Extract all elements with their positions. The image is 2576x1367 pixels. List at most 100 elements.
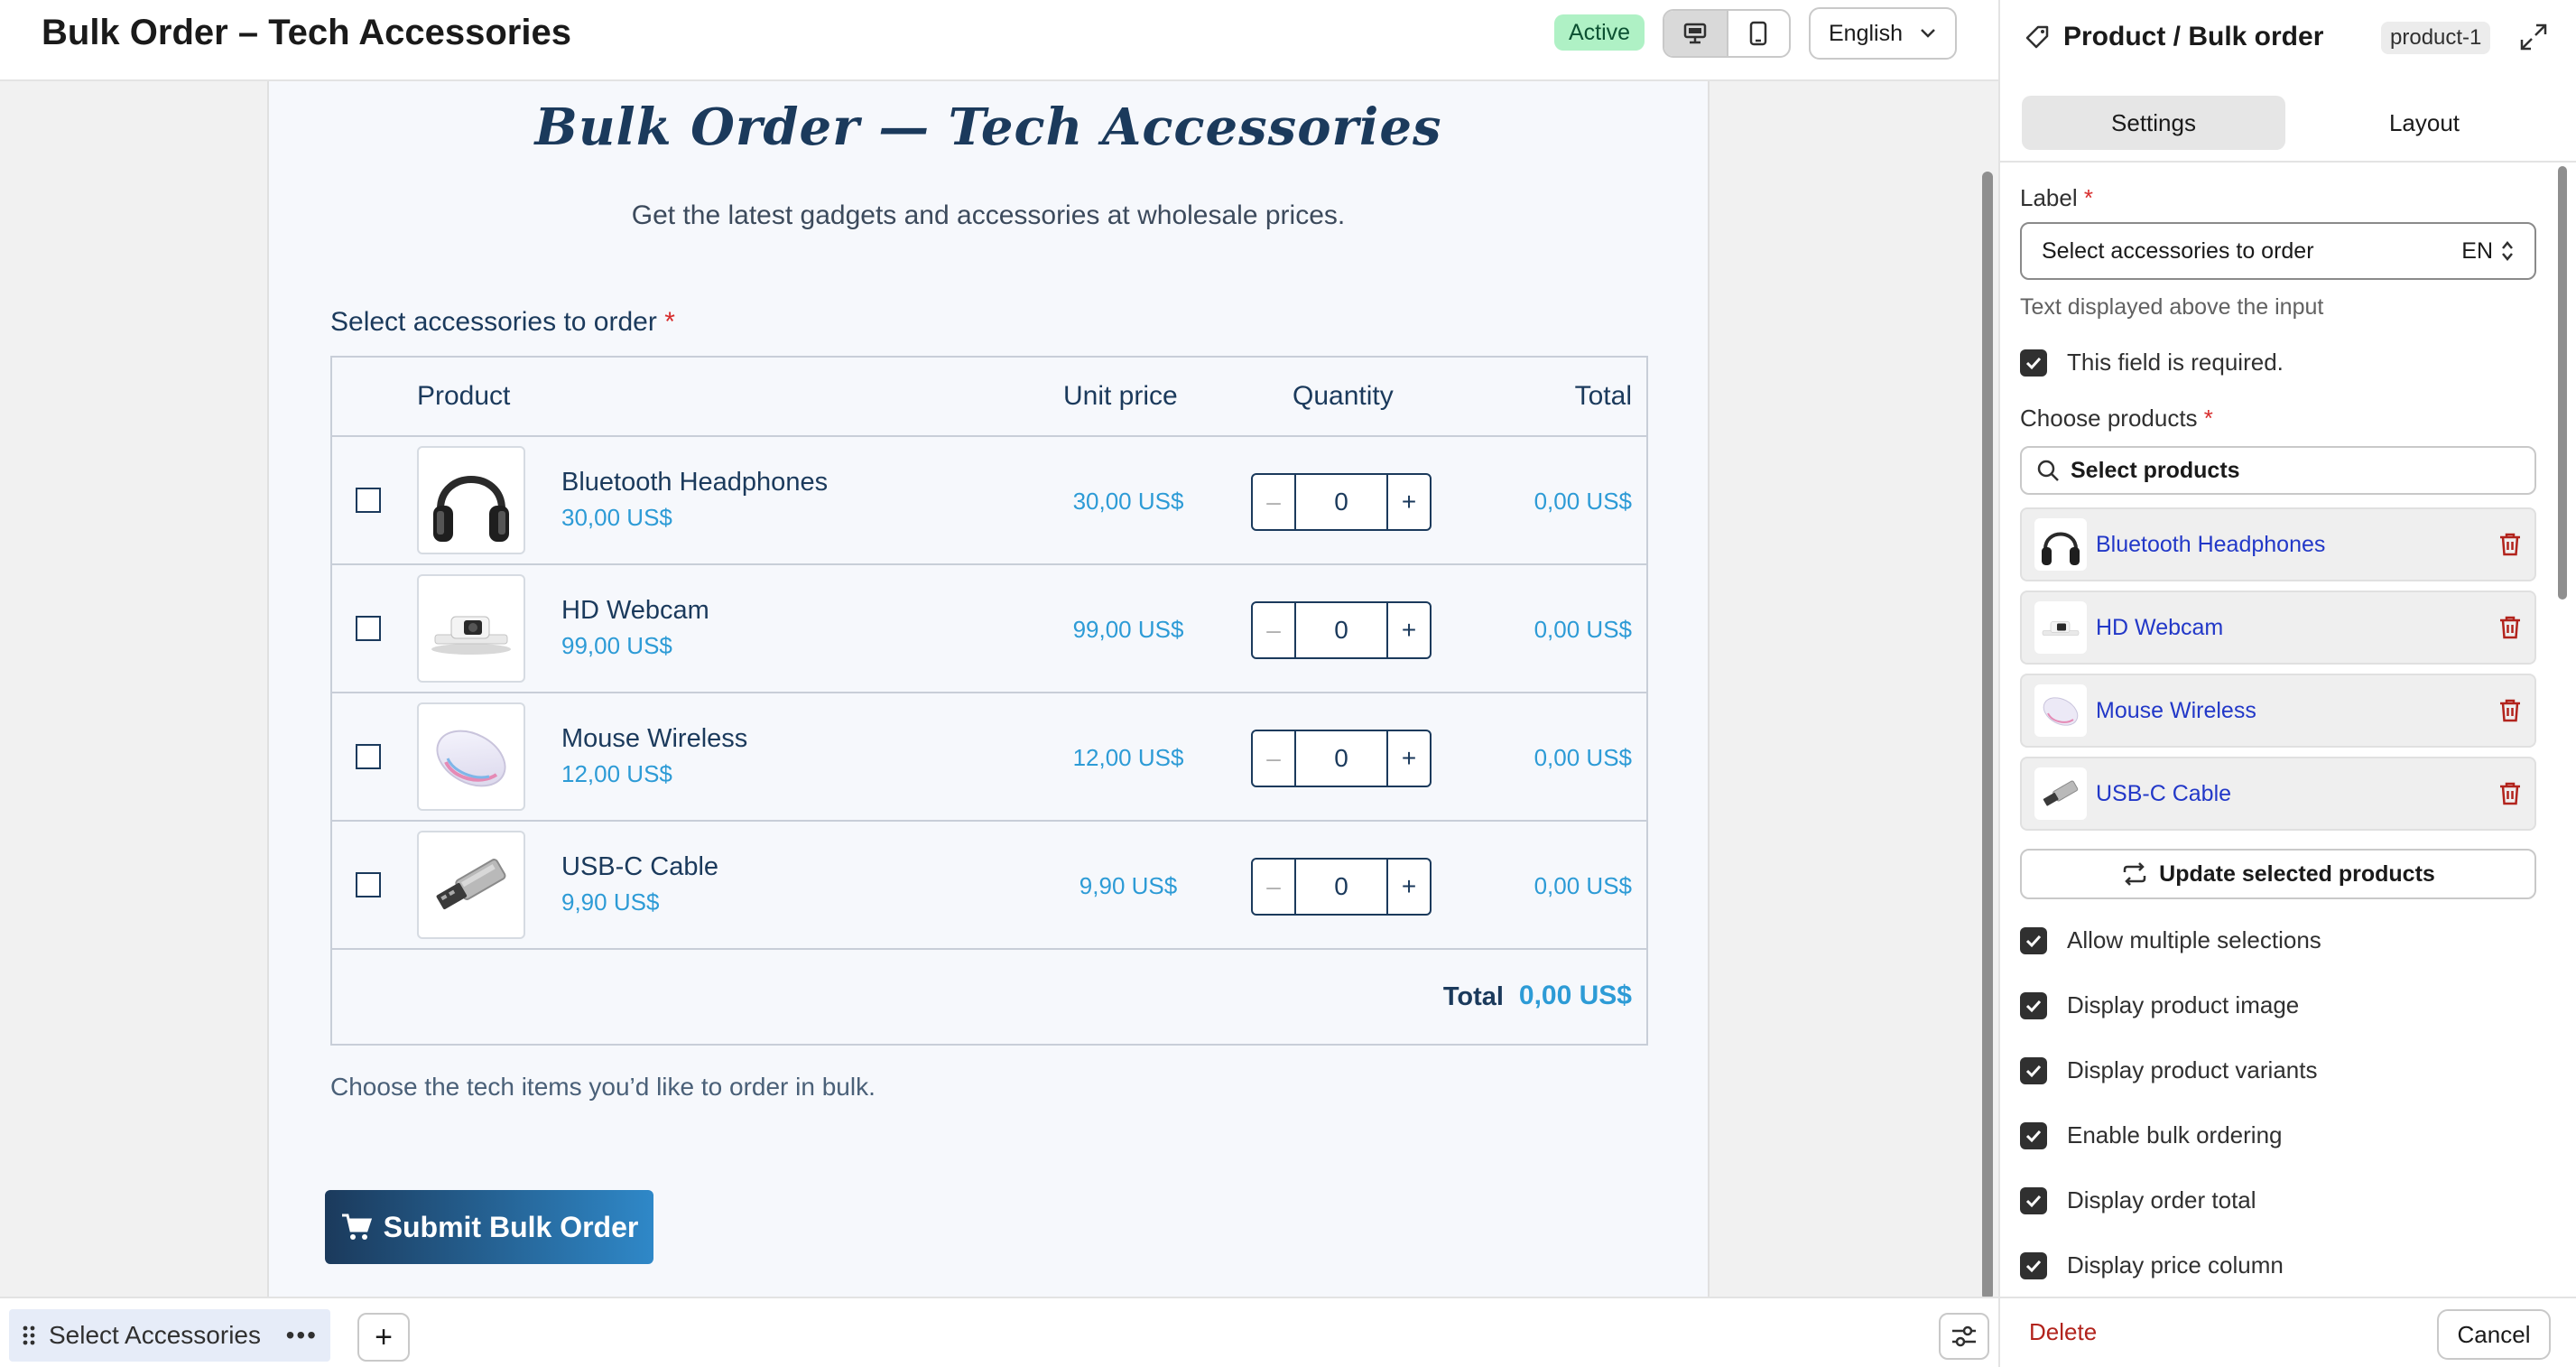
mobile-view-button[interactable] xyxy=(1726,11,1789,56)
trash-icon[interactable] xyxy=(2498,532,2522,557)
panel-title: Product / Bulk order xyxy=(2063,22,2324,51)
divider xyxy=(2000,161,2576,163)
label-help-text: Text displayed above the input xyxy=(2020,294,2324,320)
required-checkbox-row[interactable]: This field is required. xyxy=(2020,349,2284,377)
headphones-icon xyxy=(2042,532,2080,565)
field-label: Select accessories to order * xyxy=(330,307,675,338)
add-section-button[interactable]: + xyxy=(357,1313,410,1362)
selected-product-item: USB-C Cable xyxy=(2020,757,2536,831)
more-options-icon[interactable]: ••• xyxy=(286,1321,318,1350)
product-image xyxy=(417,446,525,554)
language-switch[interactable]: EN xyxy=(2461,238,2515,265)
decrement-button[interactable]: – xyxy=(1253,860,1296,914)
option-label: Display product variants xyxy=(2067,1056,2318,1083)
table-row: HD Webcam 99,00 US$ 99,00 US$ – 0 + 0,00… xyxy=(332,565,1646,693)
choose-products-label-text: Choose products xyxy=(2020,405,2198,432)
increment-button[interactable]: + xyxy=(1386,731,1430,786)
row-checkbox[interactable] xyxy=(356,488,381,513)
row-total: 0,00 US$ xyxy=(1534,488,1632,515)
quantity-input[interactable]: 0 xyxy=(1296,603,1386,657)
product-search-placeholder: Select products xyxy=(2071,457,2240,483)
language-select-value: English xyxy=(1829,20,1903,46)
cancel-button[interactable]: Cancel xyxy=(2437,1309,2551,1360)
option-checkbox-row[interactable]: Display product variants xyxy=(2020,1056,2317,1084)
update-products-button[interactable]: Update selected products xyxy=(2020,849,2536,899)
mouse-icon xyxy=(2043,697,2079,726)
bottom-bar: Select Accessories ••• + xyxy=(0,1297,1998,1367)
trash-icon[interactable] xyxy=(2498,615,2522,640)
option-checkbox-row[interactable]: Display product image xyxy=(2020,991,2299,1019)
increment-button[interactable]: + xyxy=(1386,475,1430,529)
section-chip[interactable]: Select Accessories ••• xyxy=(9,1309,330,1362)
required-mark: * xyxy=(664,307,675,337)
mouse-icon xyxy=(436,730,506,787)
selected-product-name[interactable]: USB-C Cable xyxy=(2096,781,2489,807)
increment-button[interactable]: + xyxy=(1386,603,1430,657)
desktop-view-button[interactable] xyxy=(1664,11,1727,56)
increment-button[interactable]: + xyxy=(1386,860,1430,914)
product-name: HD Webcam xyxy=(561,596,709,625)
selected-product-name[interactable]: HD Webcam xyxy=(2096,615,2489,641)
option-checkbox[interactable] xyxy=(2020,991,2047,1019)
row-checkbox[interactable] xyxy=(356,744,381,769)
submit-button[interactable]: Submit Bulk Order xyxy=(325,1190,653,1264)
order-total-value: 0,00 US$ xyxy=(1518,981,1632,1010)
option-checkbox-row[interactable]: Display order total xyxy=(2020,1186,2256,1214)
device-toggle xyxy=(1663,9,1791,58)
webcam-icon xyxy=(2042,621,2080,636)
option-checkbox-row[interactable]: Enable bulk ordering xyxy=(2020,1121,2283,1149)
option-checkbox-row[interactable]: Allow multiple selections xyxy=(2020,926,2321,954)
canvas-scrollbar[interactable] xyxy=(1982,172,1993,1300)
decrement-button[interactable]: – xyxy=(1253,603,1296,657)
product-search-input[interactable]: Select products xyxy=(2020,446,2536,495)
option-checkbox[interactable] xyxy=(2020,1056,2047,1084)
product-name: Mouse Wireless xyxy=(561,724,748,753)
usb-cable-icon xyxy=(2043,780,2079,806)
expand-icon[interactable] xyxy=(2518,22,2549,52)
option-checkbox[interactable] xyxy=(2020,926,2047,954)
table-footer: Total 0,00 US$ xyxy=(332,950,1646,1044)
submit-button-label: Submit Bulk Order xyxy=(383,1210,639,1243)
row-checkbox[interactable] xyxy=(356,616,381,641)
language-select[interactable]: English xyxy=(1809,7,1957,60)
option-checkbox[interactable] xyxy=(2020,1121,2047,1149)
required-checkbox[interactable] xyxy=(2020,349,2047,377)
adjust-settings-button[interactable] xyxy=(1939,1313,1989,1360)
quantity-input[interactable]: 0 xyxy=(1296,860,1386,914)
column-header-quantity: Quantity xyxy=(1293,381,1394,411)
decrement-button[interactable]: – xyxy=(1253,475,1296,529)
tab-settings[interactable]: Settings xyxy=(2022,96,2285,150)
trash-icon[interactable] xyxy=(2498,698,2522,723)
product-image xyxy=(417,702,525,811)
tab-layout[interactable]: Layout xyxy=(2293,96,2556,150)
product-thumb xyxy=(2034,767,2087,820)
option-checkbox-row[interactable]: Display price column xyxy=(2020,1251,2284,1279)
table-row: Bluetooth Headphones 30,00 US$ 30,00 US$… xyxy=(332,437,1646,565)
trash-icon[interactable] xyxy=(2498,781,2522,806)
label-input[interactable]: Select accessories to order EN xyxy=(2020,222,2536,280)
selected-product-item: Bluetooth Headphones xyxy=(2020,507,2536,581)
form-title: Bulk Order — Tech Accessories xyxy=(534,98,1442,157)
checkmark-icon xyxy=(2025,1195,2042,1207)
drag-handle-icon[interactable] xyxy=(22,1325,36,1346)
mobile-icon xyxy=(1750,21,1767,46)
quantity-input[interactable]: 0 xyxy=(1296,475,1386,529)
selected-product-name[interactable]: Bluetooth Headphones xyxy=(2096,532,2489,558)
decrement-button[interactable]: – xyxy=(1253,731,1296,786)
sliders-icon xyxy=(1952,1325,1976,1347)
delete-button[interactable]: Delete xyxy=(2029,1318,2097,1346)
panel-scrollbar[interactable] xyxy=(2558,166,2567,600)
row-total: 0,00 US$ xyxy=(1534,872,1632,899)
quantity-stepper: – 0 + xyxy=(1251,858,1432,916)
settings-panel: Product / Bulk order product-1 Settings … xyxy=(1998,0,2576,1367)
option-checkbox[interactable] xyxy=(2020,1186,2047,1214)
row-checkbox[interactable] xyxy=(356,872,381,897)
product-image xyxy=(417,574,525,683)
panel-footer: Delete Cancel xyxy=(2000,1297,2576,1367)
option-label: Enable bulk ordering xyxy=(2067,1121,2283,1148)
selected-product-name[interactable]: Mouse Wireless xyxy=(2096,698,2489,724)
required-mark: * xyxy=(2203,405,2213,432)
quantity-stepper: – 0 + xyxy=(1251,730,1432,787)
quantity-input[interactable]: 0 xyxy=(1296,731,1386,786)
option-checkbox[interactable] xyxy=(2020,1251,2047,1279)
